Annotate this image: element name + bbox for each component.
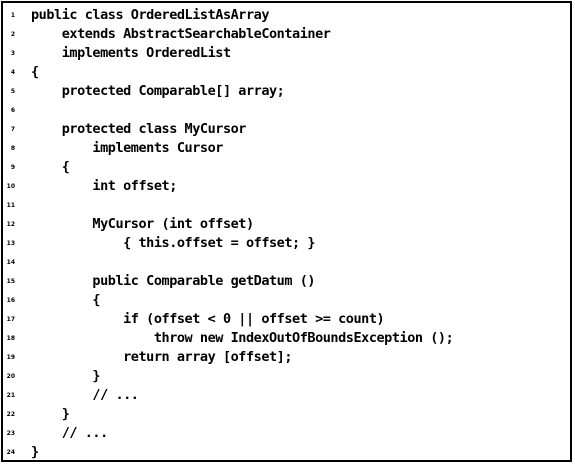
code-line: 6 [3, 101, 570, 120]
line-code: MyCursor (int offset) [31, 216, 254, 232]
line-number: 4 [10, 69, 15, 76]
code-line: 20 } [3, 367, 570, 386]
line-number: 17 [6, 316, 15, 323]
line-number: 5 [10, 88, 15, 95]
line-number: 18 [6, 335, 15, 342]
code-line: 19 return array [offset]; [3, 348, 570, 367]
line-code: public Comparable getDatum () [31, 273, 316, 289]
line-code: int offset; [31, 178, 177, 194]
code-line: 24} [3, 443, 570, 462]
line-number: 15 [6, 278, 15, 285]
code-line: 8 implements Cursor [3, 139, 570, 158]
code-line: 7 protected class MyCursor [3, 120, 570, 139]
code-line: 2 extends AbstractSearchableContainer [3, 25, 570, 44]
line-code: return array [offset]; [31, 349, 293, 365]
code-line: 10 int offset; [3, 177, 570, 196]
line-code: protected Comparable[] array; [31, 83, 285, 99]
line-code: implements Cursor [31, 140, 223, 156]
code-line: 11 [3, 196, 570, 215]
line-number: 14 [6, 259, 15, 266]
code-line: 23 // ... [3, 424, 570, 443]
code-line: 22 } [3, 405, 570, 424]
code-line: 14 [3, 253, 570, 272]
line-code: protected class MyCursor [31, 121, 247, 137]
line-number: 22 [6, 411, 15, 418]
line-code: { [31, 292, 101, 308]
line-number: 11 [6, 202, 15, 209]
line-number: 24 [6, 449, 15, 456]
code-line: 1 public class OrderedListAsArray [3, 6, 570, 25]
line-code: implements OrderedList [31, 45, 231, 61]
line-number: 12 [6, 221, 15, 228]
code-line: 5 protected Comparable[] array; [3, 82, 570, 101]
code-line: 12 MyCursor (int offset) [3, 215, 570, 234]
line-number: 2 [10, 31, 15, 38]
line-number: 6 [10, 107, 15, 114]
code-line: 16 { [3, 291, 570, 310]
line-number: 23 [6, 430, 15, 437]
line-number: 10 [6, 183, 15, 190]
code-line: 17 if (offset < 0 || offset >= count) [3, 310, 570, 329]
code-line: 15 public Comparable getDatum () [3, 272, 570, 291]
code-line: 9 { [3, 158, 570, 177]
code-line: 3 implements OrderedList [3, 44, 570, 63]
code-line: 4{ [3, 63, 570, 82]
line-number: 1 [10, 12, 15, 19]
line-number: 20 [6, 373, 15, 380]
line-code: extends AbstractSearchableContainer [31, 26, 331, 42]
line-number: 3 [10, 50, 15, 57]
line-code: } [31, 444, 39, 460]
line-number: 9 [10, 164, 15, 171]
code-lines: 1 public class OrderedListAsArray 2 extend… [3, 6, 570, 462]
line-code: public class OrderedListAsArray [31, 7, 270, 23]
code-line: 18 throw new IndexOutOfBoundsException (… [3, 329, 570, 348]
line-code: if (offset < 0 || offset >= count) [31, 311, 385, 327]
line-number: 21 [6, 392, 15, 399]
code-listing: 1 public class OrderedListAsArray 2 extend… [1, 1, 572, 462]
code-line: 21 // ... [3, 386, 570, 405]
line-code: throw new IndexOutOfBoundsException (); [31, 330, 454, 346]
line-number: 13 [6, 240, 15, 247]
line-code: { this.offset = offset; } [31, 235, 316, 251]
line-code: } [31, 368, 101, 384]
line-number: 19 [6, 354, 15, 361]
line-code: } [31, 406, 70, 422]
line-number: 7 [10, 126, 15, 133]
line-number: 8 [10, 145, 15, 152]
line-code: { [31, 64, 39, 80]
code-line: 13 { this.offset = offset; } [3, 234, 570, 253]
line-code: // ... [31, 425, 109, 441]
line-code: // ... [31, 387, 139, 403]
line-code: { [31, 159, 70, 175]
line-number: 16 [6, 297, 15, 304]
